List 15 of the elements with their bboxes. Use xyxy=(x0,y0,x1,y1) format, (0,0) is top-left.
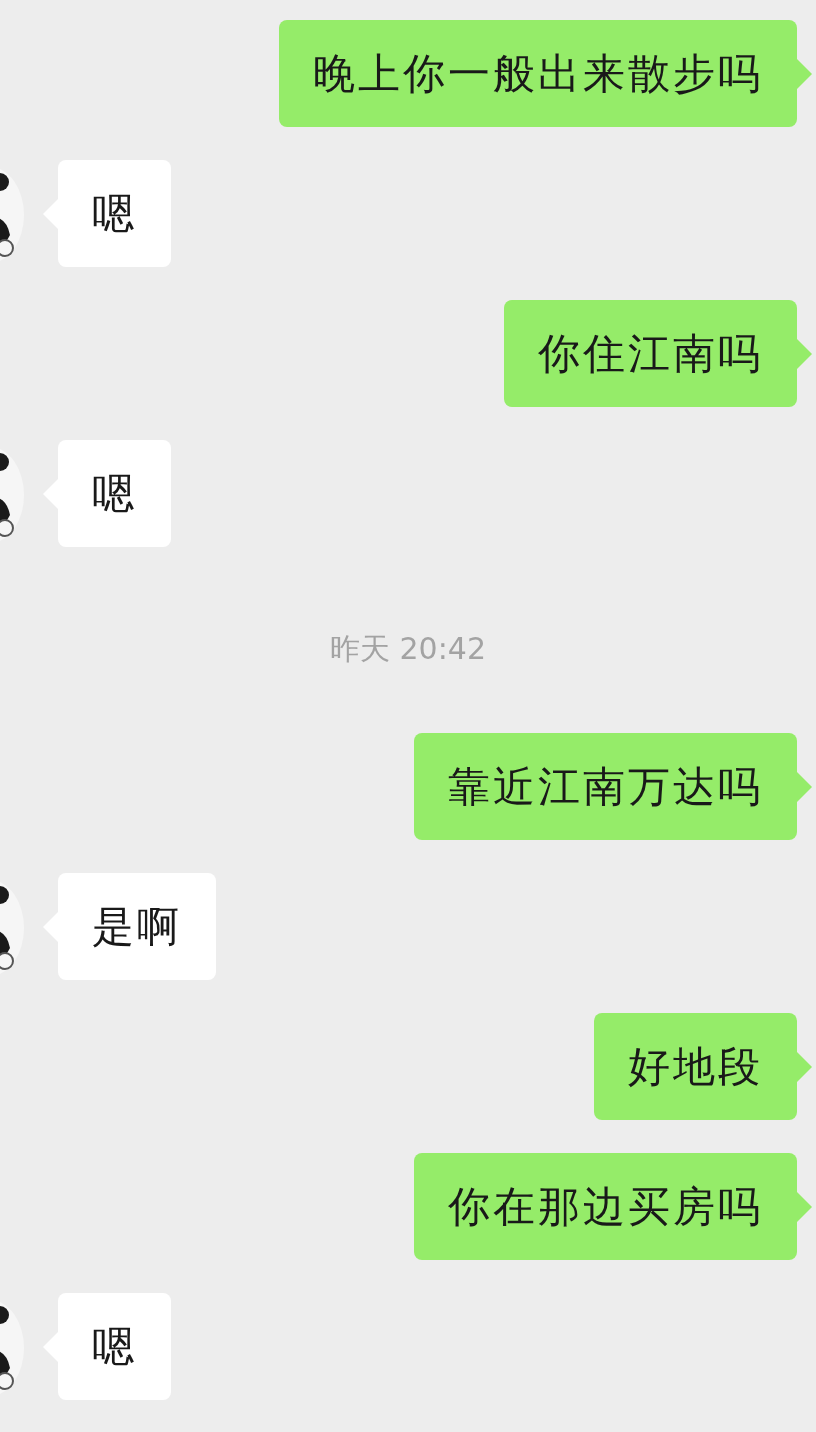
message-bubble: 好地段 xyxy=(594,1013,797,1120)
message-bubble: 晚上你一般出来散步吗 xyxy=(279,20,797,127)
message-bubble: 靠近江南万达吗 xyxy=(414,733,797,840)
bubble-tail xyxy=(797,1052,812,1082)
timestamp: 昨天 20:42 xyxy=(330,629,486,668)
message-bubble: 嗯 xyxy=(58,440,171,547)
message-bubble: 你住江南吗 xyxy=(504,300,797,407)
bubble-tail xyxy=(797,59,812,89)
message-bubble: 你在那边买房吗 xyxy=(414,1153,797,1260)
message-bubble: 嗯 xyxy=(58,160,171,267)
bubble-tail xyxy=(797,339,812,369)
bubble-tail xyxy=(797,772,812,802)
message-bubble: 嗯 xyxy=(58,1293,171,1400)
bubble-tail xyxy=(797,1192,812,1222)
message-bubble: 是啊 xyxy=(58,873,216,980)
